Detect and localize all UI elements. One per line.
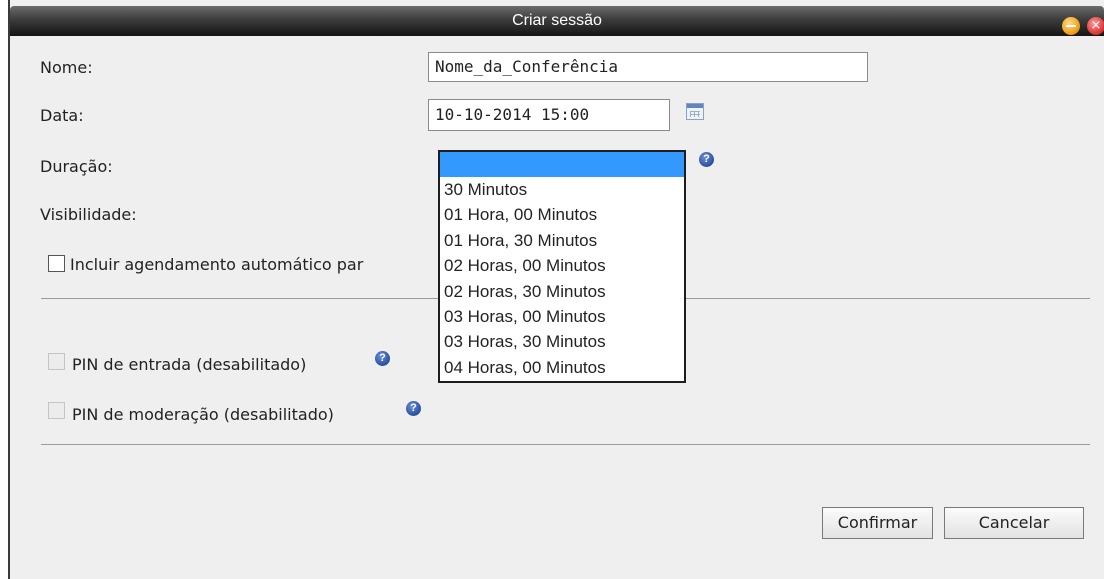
moderation-pin-checkbox[interactable] bbox=[48, 402, 65, 419]
dialog-titlebar[interactable]: Criar sessão × bbox=[10, 6, 1104, 36]
calendar-icon[interactable] bbox=[686, 103, 704, 120]
moderation-pin-help-icon[interactable]: ? bbox=[406, 401, 421, 416]
entry-pin-checkbox[interactable] bbox=[48, 353, 65, 370]
confirm-button[interactable]: Confirmar bbox=[822, 507, 933, 539]
duration-label: Duração: bbox=[40, 157, 113, 176]
duration-option-empty[interactable] bbox=[440, 152, 684, 177]
auto-schedule-label: Incluir agendamento automático par bbox=[70, 255, 364, 274]
name-label: Nome: bbox=[40, 58, 93, 77]
duration-option[interactable]: 03 Horas, 30 Minutos bbox=[440, 329, 684, 354]
visibility-label: Visibilidade: bbox=[40, 205, 137, 224]
dialog-title: Criar sessão bbox=[512, 12, 602, 29]
moderation-pin-label: PIN de moderação (desabilitado) bbox=[72, 405, 334, 424]
auto-schedule-checkbox[interactable] bbox=[48, 255, 65, 272]
duration-option[interactable]: 04 Horas, 00 Minutos bbox=[440, 355, 684, 380]
duration-option[interactable]: 30 Minutos bbox=[440, 177, 684, 202]
duration-option[interactable]: 03 Horas, 00 Minutos bbox=[440, 304, 684, 329]
date-label: Data: bbox=[40, 106, 84, 125]
duration-option[interactable]: 01 Hora, 30 Minutos bbox=[440, 228, 684, 253]
date-input[interactable]: 10-10-2014 15:00 bbox=[428, 99, 670, 131]
minimize-icon[interactable] bbox=[1062, 17, 1080, 35]
duration-option[interactable]: 02 Horas, 30 Minutos bbox=[440, 279, 684, 304]
duration-dropdown-list[interactable]: 30 Minutos 01 Hora, 00 Minutos 01 Hora, … bbox=[438, 150, 686, 383]
entry-pin-help-icon[interactable]: ? bbox=[375, 351, 390, 366]
duration-option[interactable]: 01 Hora, 00 Minutos bbox=[440, 202, 684, 227]
duration-help-icon[interactable]: ? bbox=[699, 152, 714, 167]
cancel-button[interactable]: Cancelar bbox=[944, 507, 1084, 539]
name-input[interactable]: Nome_da_Conferência bbox=[428, 52, 868, 82]
duration-option[interactable]: 02 Horas, 00 Minutos bbox=[440, 253, 684, 278]
divider-bottom bbox=[41, 444, 1090, 445]
create-session-dialog: Criar sessão × Nome: Nome_da_Conferência… bbox=[8, 0, 1104, 579]
close-icon[interactable]: × bbox=[1087, 17, 1104, 35]
entry-pin-label: PIN de entrada (desabilitado) bbox=[72, 355, 307, 374]
